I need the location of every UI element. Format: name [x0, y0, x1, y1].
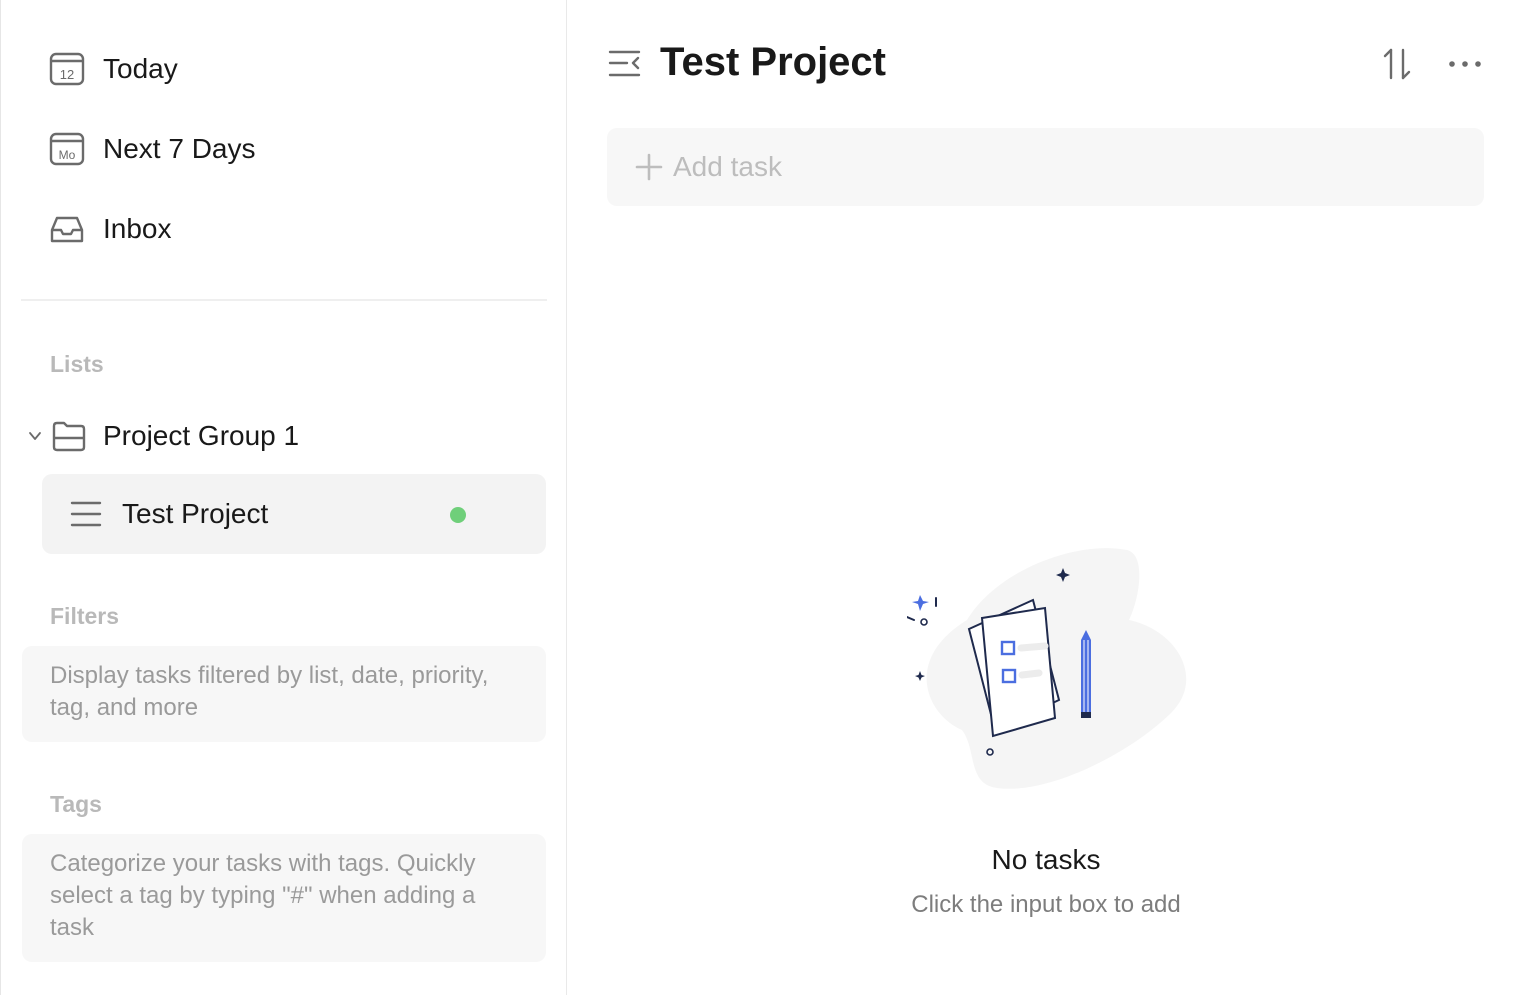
calendar-week-icon: Mo [49, 130, 87, 168]
plus-icon [635, 153, 663, 181]
toggle-sidebar-icon[interactable] [607, 46, 643, 82]
sidebar-item-next-7-days[interactable]: Mo Next 7 Days [49, 125, 256, 173]
sidebar-item-label: Test Project [122, 498, 269, 529]
sidebar: 12 Today Mo Next 7 Days Inbox Lists Proj… [0, 0, 567, 995]
sidebar-item-label: Next 7 Days [103, 133, 256, 164]
sidebar-item-inbox[interactable]: Inbox [49, 205, 172, 253]
project-color-dot [450, 507, 466, 523]
section-title-lists: Lists [50, 351, 104, 377]
main-panel: Test Project Add task No tasks Click the… [567, 0, 1525, 995]
sidebar-item-label: Today [103, 53, 178, 84]
svg-text:Mo: Mo [59, 148, 76, 162]
empty-state-title: No tasks [991, 844, 1101, 875]
page-title: Test Project [660, 40, 886, 84]
empty-state-illustration [906, 540, 1197, 800]
section-title-filters: Filters [50, 603, 120, 629]
more-options-icon[interactable] [1445, 46, 1485, 82]
tags-hint[interactable]: Categorize your tasks with tags. Quickly… [22, 834, 546, 962]
svg-text:12: 12 [60, 67, 74, 82]
inbox-icon [49, 210, 87, 248]
add-task-input[interactable]: Add task [607, 128, 1484, 206]
section-title-tags: Tags [50, 791, 102, 817]
add-task-placeholder: Add task [673, 151, 782, 182]
chevron-down-icon[interactable] [23, 424, 47, 448]
sidebar-item-label: Project Group 1 [103, 420, 300, 451]
app-window: 12 Today Mo Next 7 Days Inbox Lists Proj… [0, 0, 1525, 995]
empty-state-subtitle: Click the input box to add [911, 891, 1181, 918]
calendar-today-icon: 12 [49, 50, 87, 88]
filters-hint[interactable]: Display tasks filtered by list, date, pr… [22, 646, 546, 742]
sidebar-divider [21, 299, 547, 301]
sidebar-item-test-project[interactable]: Test Project [42, 474, 546, 554]
sort-icon[interactable] [1379, 46, 1415, 82]
sidebar-item-today[interactable]: 12 Today [49, 45, 178, 93]
sidebar-item-project-group[interactable]: Project Group 1 [23, 412, 299, 460]
list-icon [70, 497, 104, 531]
folder-icon [51, 418, 87, 454]
sidebar-item-label: Inbox [103, 213, 172, 244]
